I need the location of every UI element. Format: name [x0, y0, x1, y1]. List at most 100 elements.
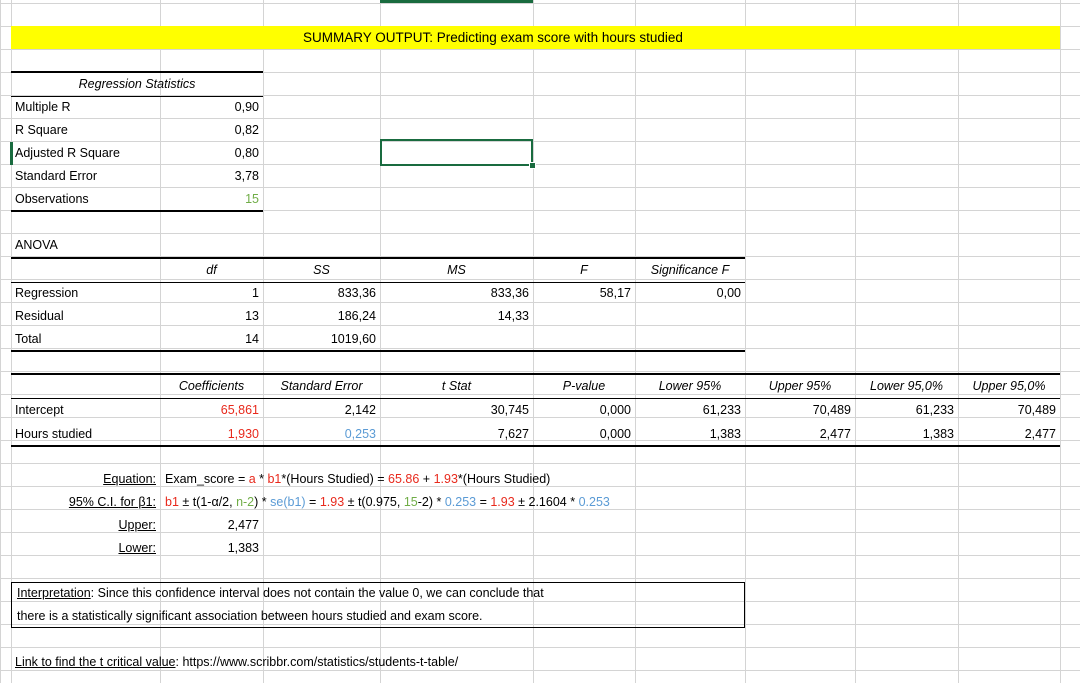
- regstats-value-observations: 15: [245, 192, 259, 206]
- anova-residual-ss: 186,24: [337, 309, 376, 323]
- anova-col-ms: MS: [447, 263, 466, 277]
- formula-segment: b1: [267, 472, 282, 486]
- formula-segment: *(Hours Studied): [457, 472, 551, 486]
- coef-hours-studied-standard-error: 0,253: [344, 427, 376, 441]
- lower-bound-value: 1,383: [227, 541, 259, 555]
- anova-col-f: F: [580, 263, 588, 277]
- anova-col-ss: SS: [313, 263, 330, 277]
- anova-total-ss: 1019,60: [330, 332, 376, 346]
- coef-col-standard-error: Standard Error: [280, 379, 363, 393]
- coef-intercept-t-stat: 30,745: [490, 403, 529, 417]
- spreadsheet-canvas[interactable]: SUMMARY OUTPUT: Predicting exam score wi…: [0, 0, 1080, 683]
- regstats-header: Regression Statistics: [78, 77, 196, 91]
- grid-line-horizontal: [0, 233, 1080, 234]
- confidence-interval-label: 95% C.I. for β1:: [68, 495, 156, 509]
- column-header-selection-marker: [380, 0, 533, 3]
- upper-bound-value: 2,477: [227, 518, 259, 532]
- coef-col-upper-95: Upper 95%: [768, 379, 832, 393]
- grid-line-vertical: [0, 0, 1, 683]
- coef-intercept-lower-95-0: 61,233: [915, 403, 954, 417]
- grid-line-vertical: [635, 0, 636, 683]
- grid-line-horizontal: [0, 578, 1080, 579]
- equation-label: Equation:: [103, 472, 156, 486]
- coef-hours-studied-lower-95-0: 1,383: [922, 427, 954, 441]
- regstats-bottom-rule: [11, 210, 263, 212]
- regstats-label-adjusted-r-square: Adjusted R Square: [15, 146, 120, 160]
- formula-segment: +: [419, 472, 434, 486]
- formula-segment: se(b1): [270, 495, 306, 509]
- coef-intercept-lower-95: 61,233: [702, 403, 741, 417]
- coef-hours-studied-coefficient: 1,930: [227, 427, 259, 441]
- regstats-value-multiple-r: 0,90: [234, 100, 259, 114]
- anova-residual-ms: 14,33: [497, 309, 529, 323]
- formula-segment: 0.253: [444, 495, 477, 509]
- summary-title-banner: SUMMARY OUTPUT: Predicting exam score wi…: [11, 26, 1060, 49]
- anova-col-significance-f: Significance F: [650, 263, 730, 277]
- grid-line-horizontal: [0, 463, 1080, 464]
- coef-intercept-upper-95-0: 70,489: [1017, 403, 1056, 417]
- formula-segment: 0.253: [578, 495, 610, 509]
- coef-hours-studied-lower-95: 1,383: [709, 427, 741, 441]
- coef-bottom-rule: [11, 445, 1060, 447]
- anova-row-label-regression: Regression: [15, 286, 79, 300]
- coef-hours-studied-upper-95: 2,477: [819, 427, 851, 441]
- grid-line-vertical: [855, 0, 856, 683]
- anova-regression-df: 1: [252, 286, 259, 300]
- anova-row-label-residual: Residual: [15, 309, 64, 323]
- coef-intercept-upper-95: 70,489: [812, 403, 851, 417]
- formula-segment: ± t(0.975,: [344, 495, 404, 509]
- formula-segment: ± 2.1604 *: [514, 495, 579, 509]
- formula-segment: *(Hours Studied) =: [281, 472, 389, 486]
- formula-segment: 1.93: [319, 495, 345, 509]
- summary-title-text: SUMMARY OUTPUT: Predicting exam score wi…: [303, 30, 683, 45]
- regstats-value-adjusted-r-square: 0,80: [234, 146, 259, 160]
- coef-intercept-p-value: 0,000: [599, 403, 631, 417]
- formula-segment: ± t(1-α/2,: [178, 495, 237, 509]
- formula-segment: 15: [403, 495, 418, 509]
- grid-line-vertical: [533, 0, 534, 683]
- anova-bottom-rule: [11, 350, 745, 352]
- coef-col-p-value: P-value: [562, 379, 606, 393]
- coef-col-lower-95: Lower 95%: [658, 379, 722, 393]
- interpretation-line-1: Interpretation: Since this confidence in…: [13, 582, 743, 605]
- coef-hours-studied-t-stat: 7,627: [497, 427, 529, 441]
- coef-row-label-hours-studied: Hours studied: [15, 427, 93, 441]
- link-note-url[interactable]: : https://www.scribbr.com/statistics/stu…: [176, 655, 459, 669]
- grid-line-horizontal: [0, 647, 1080, 648]
- active-cell-selection[interactable]: [380, 139, 533, 166]
- coef-col-lower-95-0: Lower 95,0%: [870, 379, 943, 393]
- fill-handle[interactable]: [529, 162, 536, 169]
- anova-title: ANOVA: [15, 238, 58, 252]
- formula-segment: ) *: [254, 495, 271, 509]
- formula-segment: 1.93: [490, 495, 515, 509]
- anova-row-label-total: Total: [15, 332, 42, 346]
- formula-segment: -2) *: [417, 495, 445, 509]
- anova-regression-ss: 833,36: [337, 286, 376, 300]
- confidence-interval-expression: b1 ± t(1-α/2, n-2) * se(b1) = 1.93 ± t(0…: [165, 491, 610, 514]
- coef-col-t-stat: t Stat: [441, 379, 472, 393]
- coef-hours-studied-upper-95-0: 2,477: [1024, 427, 1056, 441]
- grid-line-horizontal: [0, 371, 1080, 372]
- interpretation-line-2: there is a statistically significant ass…: [17, 609, 483, 623]
- equation-expression: Exam_score = a * b1*(Hours Studied) = 65…: [165, 468, 550, 491]
- upper-bound-label: Upper:: [118, 518, 156, 532]
- anova-residual-df: 13: [245, 309, 259, 323]
- anova-total-df: 14: [245, 332, 259, 346]
- formula-segment: b1: [165, 495, 179, 509]
- anova-regression-significance-f: 0,00: [716, 286, 741, 300]
- grid-line-horizontal: [0, 49, 1080, 50]
- anova-col-df: df: [206, 263, 217, 277]
- formula-segment: Exam_score =: [165, 472, 249, 486]
- regstats-label-standard-error: Standard Error: [15, 169, 97, 183]
- anova-regression-ms: 833,36: [490, 286, 529, 300]
- interpretation-label: Interpretation: [17, 586, 91, 600]
- formula-segment: =: [305, 495, 320, 509]
- formula-segment: =: [476, 495, 491, 509]
- lower-bound-label: Lower:: [118, 541, 156, 555]
- interpretation-line-1-text: : Since this confidence interval does no…: [90, 586, 544, 600]
- link-note[interactable]: Link to find the t critical value: https…: [11, 651, 771, 674]
- coef-col-coefficients: Coefficients: [178, 379, 245, 393]
- coef-intercept-standard-error: 2,142: [344, 403, 376, 417]
- formula-segment: n-2: [236, 495, 255, 509]
- formula-segment: 65.86: [388, 472, 420, 486]
